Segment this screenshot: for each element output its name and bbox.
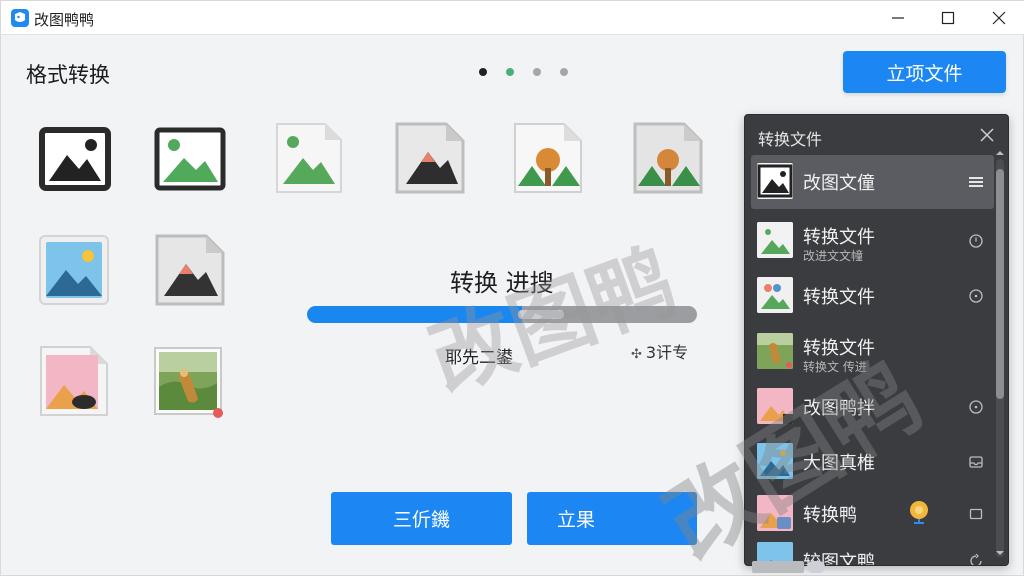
minimize-icon [892, 17, 904, 19]
close-icon [992, 11, 1006, 25]
primary-action-button[interactable]: 立果 [527, 492, 697, 545]
file-name: 转换文件 [803, 227, 875, 248]
list-item[interactable]: 转换文件 改进文文幢 [751, 214, 994, 268]
image-file-tree-gray-icon[interactable] [632, 122, 704, 194]
file-thumbnail [757, 222, 793, 258]
panel-close-button[interactable] [980, 128, 994, 142]
converted-files-panel: 转换文件 改图文僮 转换文件 改进文文幢 转换文件 转换文件 转换文 传进 改图… [744, 114, 1009, 566]
close-button[interactable] [974, 1, 1024, 35]
inbox-icon[interactable] [968, 454, 984, 470]
file-name: 改图文僮 [803, 173, 875, 194]
refresh-icon[interactable] [968, 553, 984, 565]
minimize-button[interactable] [873, 1, 923, 35]
status-indicator-secondary [807, 561, 825, 573]
file-subtitle: 改进文文幢 [803, 249, 864, 263]
list-item[interactable]: 转换文件 [751, 269, 994, 323]
square-icon[interactable] [968, 506, 984, 522]
window-title: 改图鸭鸭 [34, 11, 95, 29]
panel-scrollbar-thumb[interactable] [996, 169, 1004, 399]
image-file-gray-icon[interactable] [154, 234, 226, 306]
image-file-pink-icon[interactable] [38, 345, 110, 417]
file-thumbnail [757, 443, 793, 479]
list-item[interactable]: 转换鸭 [751, 487, 994, 541]
file-thumbnail [757, 333, 793, 369]
clock-icon[interactable] [968, 233, 984, 249]
panel-scrollbar[interactable] [996, 159, 1004, 557]
progress-remaining-icon: ✣ [631, 347, 642, 362]
app-window: 改图鸭鸭 格式转换 立项文件 转换 进搜 耶先二鍙 ✣ 3讦专 三伒鐖 立果 转… [0, 0, 1024, 576]
circle-icon[interactable] [968, 399, 984, 415]
image-file-tree-icon[interactable] [512, 122, 584, 194]
photo-bird-icon[interactable] [154, 347, 226, 419]
file-thumbnail [757, 495, 793, 531]
app-logo-icon [11, 9, 29, 27]
file-name: 转换文件 [803, 287, 875, 308]
file-name: 转换文件 [803, 338, 875, 359]
list-item[interactable]: 大图真椎 [751, 435, 994, 489]
progress-status-text: 耶先二鍙 [445, 348, 513, 368]
file-name: 大图真椎 [803, 453, 875, 474]
file-thumbnail [757, 388, 793, 424]
scroll-down-icon[interactable] [996, 549, 1004, 557]
progress-fill [307, 306, 522, 323]
page-dot-3[interactable] [533, 68, 541, 76]
progress-bar [307, 306, 697, 323]
pin-icon [910, 501, 928, 524]
page-dot-1[interactable] [479, 68, 487, 76]
page-dot-4[interactable] [560, 68, 568, 76]
file-name: 改图鸭拌 [803, 398, 875, 419]
new-file-button[interactable]: 立项文件 [843, 51, 1006, 93]
image-file-green-icon[interactable] [273, 122, 345, 194]
scroll-up-icon[interactable] [996, 149, 1004, 157]
progress-title: 转换 进搜 [450, 269, 554, 297]
file-name: 转换鸭 [803, 505, 857, 526]
menu-icon[interactable] [968, 174, 984, 190]
maximize-button[interactable] [923, 1, 973, 35]
list-item[interactable]: 改图文僮 [751, 155, 994, 209]
page-title: 格式转换 [26, 63, 110, 87]
secondary-action-button[interactable]: 三伒鐖 [331, 492, 512, 545]
image-frame-dark-icon[interactable] [39, 125, 111, 197]
progress-remaining-text: 3讦专 [645, 343, 689, 362]
list-item[interactable]: 改图鸭拌 [751, 380, 994, 434]
list-item[interactable]: 转换文件 转换文 传进 [751, 325, 994, 379]
status-indicator [752, 561, 804, 573]
file-thumbnail [757, 163, 793, 199]
title-bar: 改图鸭鸭 [1, 1, 1024, 35]
circle-icon[interactable] [968, 288, 984, 304]
close-icon [980, 128, 994, 142]
image-frame-green-icon[interactable] [154, 125, 226, 197]
file-subtitle: 转换文 传进 [803, 360, 867, 374]
page-dot-2[interactable] [506, 68, 514, 76]
image-blue-landscape-icon[interactable] [38, 234, 110, 306]
panel-title: 转换文件 [758, 130, 823, 149]
progress-remaining: ✣ 3讦专 [631, 339, 688, 363]
image-file-dark-icon[interactable] [394, 122, 466, 194]
file-thumbnail [757, 277, 793, 313]
maximize-icon [941, 11, 955, 25]
progress-handle[interactable] [518, 310, 564, 319]
